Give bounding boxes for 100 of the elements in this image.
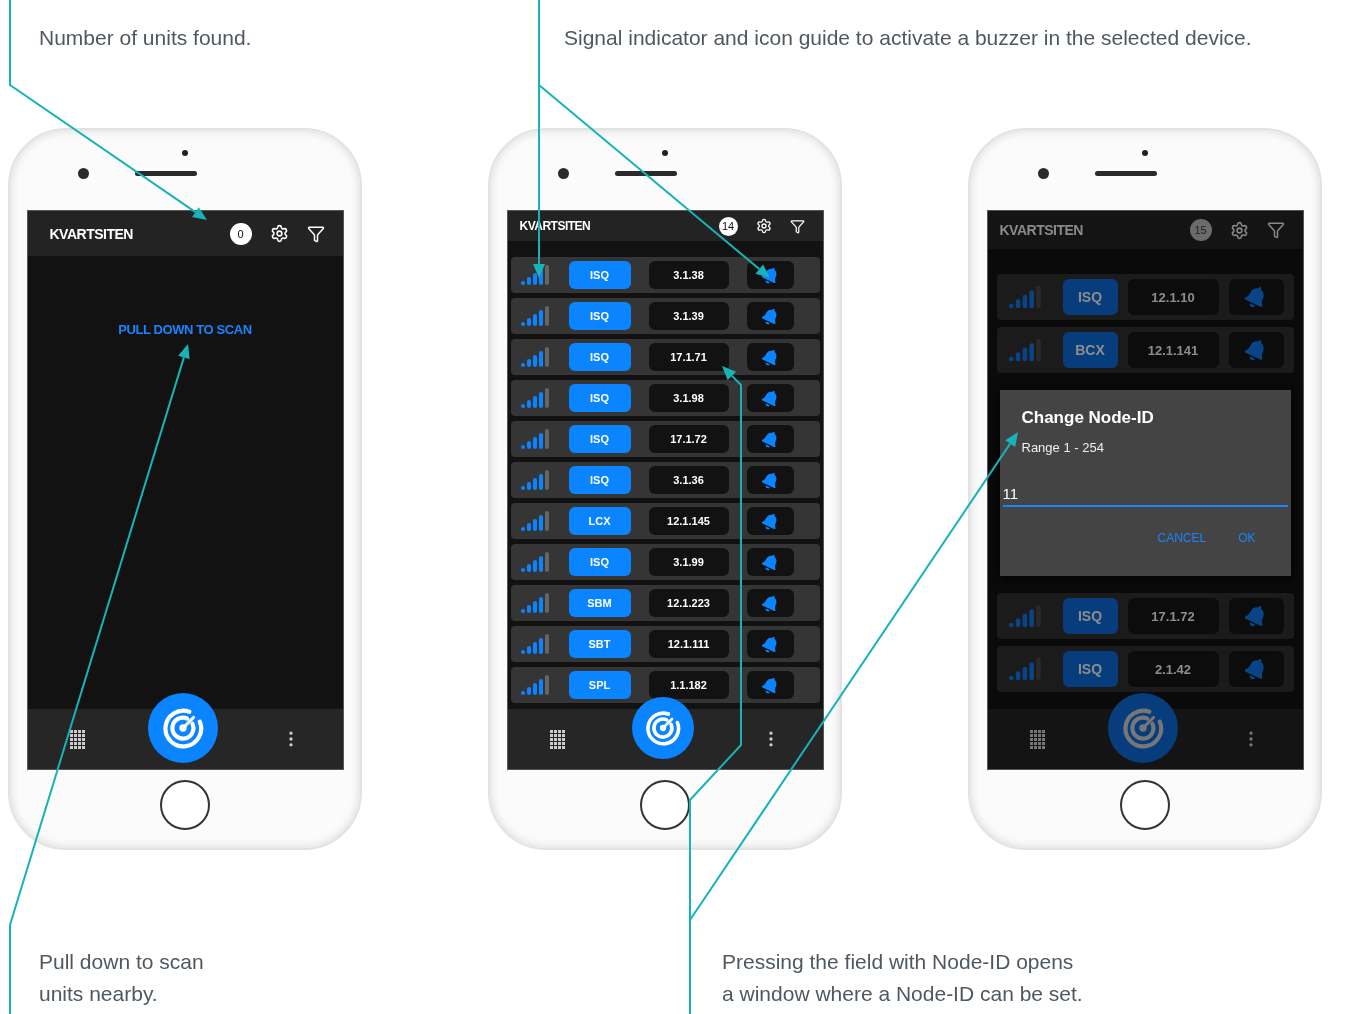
annotation-text: Number of units found. <box>39 25 252 51</box>
arrowhead-icon <box>1005 432 1018 447</box>
radar-icon <box>1121 707 1164 749</box>
speaker-slot <box>614 171 677 176</box>
device-row[interactable]: ISQ 17.1.71 <box>510 339 820 375</box>
device-row[interactable]: ISQ 2.1.42 <box>996 646 1294 692</box>
device-row[interactable]: LCX 12.1.145 <box>510 503 820 539</box>
signal-icon <box>520 306 551 326</box>
app-title: KVARTSITEN <box>49 225 133 242</box>
node-id-field[interactable]: 3.1.36 <box>648 466 729 494</box>
signal-icon <box>520 429 551 449</box>
device-type: ISQ <box>568 466 631 494</box>
device-type: ISQ <box>1062 598 1118 634</box>
grid-icon[interactable] <box>549 729 565 749</box>
buzzer-button[interactable] <box>746 302 794 330</box>
annotation-text: Pull down to scan units nearby. <box>39 949 204 1007</box>
arrowhead-icon <box>192 207 207 220</box>
device-type: ISQ <box>568 343 631 371</box>
signal-icon <box>520 470 551 490</box>
node-id-field[interactable]: 3.1.99 <box>648 548 729 576</box>
node-id-field[interactable]: 12.1.223 <box>648 589 729 617</box>
device-row[interactable]: ISQ 3.1.36 <box>510 462 820 498</box>
buzzer-button[interactable] <box>746 425 794 453</box>
arrowhead-icon <box>755 264 770 278</box>
camera-dot <box>557 168 569 179</box>
filter-icon[interactable] <box>306 224 325 243</box>
grid-icon[interactable] <box>69 729 85 749</box>
device-row[interactable]: SBT 12.1.111 <box>510 626 820 662</box>
buzzer-button[interactable] <box>746 589 794 617</box>
device-type: ISQ <box>568 384 631 412</box>
node-id-field[interactable]: 2.1.42 <box>1127 651 1219 687</box>
device-row[interactable]: BCX 12.1.141 <box>996 327 1294 373</box>
signal-icon <box>1008 604 1043 628</box>
device-type: ISQ <box>1062 651 1118 687</box>
node-id-input[interactable]: 11 <box>1002 485 1288 507</box>
annotation-text: Pressing the field with Node-ID opens a window where a Node-ID can be set. <box>722 949 1083 1007</box>
signal-icon <box>520 388 551 408</box>
signal-icon <box>520 593 551 613</box>
node-id-field[interactable]: 17.1.72 <box>648 425 729 453</box>
radar-icon <box>161 707 204 749</box>
buzzer-button[interactable] <box>746 507 794 535</box>
device-type: BCX <box>1062 332 1118 368</box>
buzzer-button[interactable] <box>746 343 794 371</box>
signal-icon <box>1008 657 1043 681</box>
node-id-field[interactable]: 12.1.10 <box>1127 279 1219 315</box>
signal-icon <box>520 511 551 531</box>
sensor-dot <box>1142 150 1148 156</box>
device-type: ISQ <box>568 302 631 330</box>
dialog-subtitle: Range 1 - 254 <box>1021 440 1105 455</box>
annotation-text: Signal indicator and icon guide to activate a buzzer in the selected device. <box>564 25 1252 51</box>
device-row[interactable]: ISQ 12.1.10 <box>996 274 1294 320</box>
signal-icon <box>1008 285 1043 309</box>
signal-icon <box>1008 338 1043 362</box>
device-row[interactable]: ISQ 3.1.98 <box>510 380 820 416</box>
device-type: SPL <box>568 671 631 699</box>
speaker-slot <box>1094 171 1157 176</box>
settings-icon[interactable] <box>269 224 289 243</box>
unit-count-badge: 14 <box>718 216 738 236</box>
device-row[interactable]: ISQ 3.1.99 <box>510 544 820 580</box>
node-id-field[interactable]: 3.1.39 <box>648 302 729 330</box>
camera-dot <box>1037 168 1049 179</box>
device-row[interactable]: ISQ 3.1.38 <box>510 257 820 293</box>
signal-icon <box>520 634 551 654</box>
device-row[interactable]: SBM 12.1.223 <box>510 585 820 621</box>
buzzer-button[interactable] <box>746 548 794 576</box>
node-id-field[interactable]: 17.1.72 <box>1127 598 1219 634</box>
device-type: SBT <box>568 630 631 658</box>
buzzer-button[interactable] <box>746 261 794 289</box>
node-id-field[interactable]: 12.1.145 <box>648 507 729 535</box>
buzzer-button[interactable] <box>746 630 794 658</box>
buzzer-button[interactable] <box>746 671 794 699</box>
signal-icon <box>520 347 551 367</box>
sensor-dot <box>662 150 668 156</box>
arrowhead-icon <box>533 264 545 278</box>
pull-down-hint: PULL DOWN TO SCAN <box>118 322 252 337</box>
node-id-field[interactable]: 17.1.71 <box>648 343 729 371</box>
device-row[interactable]: ISQ 3.1.39 <box>510 298 820 334</box>
device-row[interactable]: ISQ 17.1.72 <box>996 593 1294 639</box>
app-title: KVARTSITEN <box>999 222 1083 238</box>
settings-icon[interactable] <box>755 218 772 234</box>
node-id-field[interactable]: 3.1.38 <box>648 261 729 289</box>
device-type: ISQ <box>568 548 631 576</box>
buzzer-button[interactable] <box>746 466 794 494</box>
radar-icon <box>644 710 681 746</box>
node-id-field[interactable]: 3.1.98 <box>648 384 729 412</box>
device-row[interactable]: ISQ 17.1.72 <box>510 421 820 457</box>
device-type: SBM <box>568 589 631 617</box>
node-id-field[interactable]: 12.1.141 <box>1127 332 1219 368</box>
device-type: LCX <box>568 507 631 535</box>
node-id-field[interactable]: 12.1.111 <box>648 630 729 658</box>
grid-icon[interactable] <box>1029 729 1045 749</box>
node-id-field[interactable]: 1.1.182 <box>648 671 729 699</box>
device-row[interactable]: SPL 1.1.182 <box>510 667 820 703</box>
device-type: ISQ <box>568 425 631 453</box>
unit-count-badge: 15 <box>1189 219 1212 241</box>
buzzer-button[interactable] <box>746 384 794 412</box>
camera-dot <box>77 168 89 179</box>
signal-icon <box>520 675 551 695</box>
device-type: ISQ <box>1062 279 1118 315</box>
sensor-dot <box>182 150 188 156</box>
